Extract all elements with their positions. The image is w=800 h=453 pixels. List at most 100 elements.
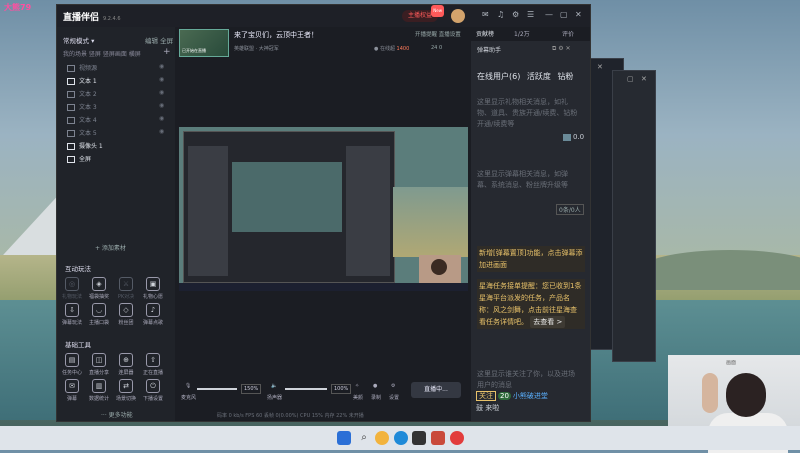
scene-tabs[interactable]: 我的场景 竖屏 竖屏画面 横屏 + — [63, 47, 171, 58]
desktop-hills — [640, 250, 800, 290]
tool-task-center[interactable]: ▤ 任务中心 — [61, 353, 83, 376]
tab-contribution[interactable]: 贡献榜 — [476, 29, 494, 38]
source-item[interactable]: 文本 4 ◉ — [67, 115, 164, 126]
tab-activity[interactable]: 活跃度 — [527, 72, 551, 81]
close-icon[interactable]: ✕ — [575, 10, 582, 19]
settings-icon[interactable]: ⚙ — [391, 383, 395, 389]
camera-icon — [67, 143, 75, 150]
preview-landscape — [393, 187, 468, 257]
source-item[interactable]: 文本 1 ◉ — [67, 76, 164, 87]
tool-host-pocket[interactable]: ◡ 主播口袋 — [88, 303, 110, 326]
live-toolbar-right[interactable]: 开播提醒 直播设置 — [415, 30, 461, 38]
popout-icon[interactable]: ⧉ — [552, 45, 556, 52]
fullscreen-button[interactable]: 全屏 — [160, 37, 173, 45]
tool-link-screen[interactable]: ⊕ 连屏器 — [115, 353, 137, 376]
tab-diamond-fans[interactable]: 钻粉 — [557, 72, 573, 81]
danmaku-assistant-panel: 弹幕助手 ⧉ ⚙ ✕ 在线用户(6) 活跃度 钻粉 这里显示礼物相关消息，如礼物… — [471, 41, 590, 421]
eye-icon[interactable]: ◉ — [159, 76, 164, 83]
new-message-badge[interactable]: 0条/0人 — [556, 204, 584, 215]
tab-online-users[interactable]: 在线用户(6) — [477, 72, 520, 81]
source-item[interactable]: 文本 5 ◉ — [67, 128, 164, 139]
gift-hint: 这里显示礼物相关消息，如礼物、道具、贵族开通/续费、钻粉开通/续费等 — [477, 98, 578, 128]
add-scene-icon[interactable]: + — [163, 47, 171, 57]
follow-hint: 这里显示谁关注了你，以及进场用户的消息 — [477, 370, 575, 389]
tool-danmaku[interactable]: ✉ 弹幕 — [61, 379, 83, 402]
basic-section-title: 基础工具 — [65, 341, 91, 349]
tool-share[interactable]: ◫ 直播分享 — [88, 353, 110, 376]
speaker-icon[interactable]: 🔈 — [271, 383, 277, 389]
background-window-2[interactable]: ▢ ✕ — [612, 70, 656, 362]
song-icon: ♪ — [146, 303, 160, 317]
speaker-slider[interactable] — [285, 388, 327, 390]
avatar[interactable] — [451, 9, 465, 23]
right-top-tabs: 贡献榜 1/2万 评价 — [472, 27, 590, 41]
close-icon[interactable]: ✕ — [566, 45, 571, 52]
cover-thumbnail[interactable]: 已开始在直播 — [179, 29, 229, 57]
edit-button[interactable]: 编辑 — [145, 37, 158, 45]
edge-icon[interactable] — [394, 431, 408, 445]
tab-review[interactable]: 评价 — [562, 29, 574, 38]
settings-icon[interactable]: ⚙ — [512, 10, 519, 19]
add-material-button[interactable]: + 添加素材 — [95, 243, 126, 252]
pin-feature-notice[interactable]: 新增[弹幕置顶]功能，点击弹幕添加进画面 — [477, 246, 585, 272]
source-item[interactable]: 文本 2 ◉ — [67, 89, 164, 100]
tool-pk[interactable]: ⚔ PK对决 — [115, 277, 137, 300]
follow-tag: 关注 — [476, 391, 496, 401]
beauty-icon[interactable]: ✧ — [355, 383, 359, 389]
settings-icon[interactable]: ⚙ — [558, 45, 563, 52]
mic-icon[interactable]: 🎙 — [185, 383, 191, 389]
source-item[interactable]: 文本 3 ◉ — [67, 102, 164, 113]
source-item[interactable]: 全屏 — [67, 154, 91, 165]
mic-label: 麦克风 — [181, 395, 197, 401]
mail-icon[interactable]: ✉ — [482, 10, 489, 19]
source-item[interactable]: 摄像头 1 — [67, 141, 103, 152]
menu-icon[interactable]: ☰ — [527, 10, 534, 19]
live-companion-icon[interactable] — [431, 431, 445, 445]
maximize-icon[interactable]: ▢ — [560, 10, 568, 19]
beauty-label: 美颜 — [353, 395, 364, 401]
tool-live-now[interactable]: ⇧ 正在直播 — [142, 353, 164, 376]
chrome-icon[interactable] — [375, 431, 389, 445]
tool-gift-wish[interactable]: ▣ 礼物心愿 — [142, 277, 164, 300]
source-item[interactable]: 视频源 ◉ — [67, 63, 164, 74]
tool-song-request[interactable]: ♪ 弹幕点歌 — [142, 303, 164, 326]
tool-stats[interactable]: ▥ 数据统计 — [88, 379, 110, 402]
tool-end-settings[interactable]: ⏻ 下播设置 — [142, 379, 164, 402]
room-title[interactable]: 来了宝贝们，云顶中王者！ — [234, 30, 318, 40]
tab-count[interactable]: 1/2万 — [514, 29, 530, 38]
eye-icon[interactable]: ◉ — [159, 89, 164, 96]
text-icon — [67, 91, 75, 98]
upload-icon: ⇧ — [146, 353, 160, 367]
close-icon[interactable]: ✕ — [597, 63, 603, 71]
tool-danmaku-play[interactable]: ⇩ 弹幕玩法 — [61, 303, 83, 326]
eye-icon[interactable]: ◉ — [159, 63, 164, 70]
live-status-button[interactable]: 直播中... — [411, 382, 461, 398]
stream-preview[interactable] — [179, 127, 468, 291]
minimize-icon[interactable]: — — [545, 10, 553, 19]
tool-gift-play[interactable]: ◎ 礼物玩法 — [61, 277, 83, 300]
host-benefits-button[interactable]: 主播权益 New — [402, 5, 445, 22]
left-panel: 常规模式 ▾ 编辑 全屏 我的场景 竖屏 竖屏画面 横屏 + 视频源 ◉ 文本 1… — [57, 27, 175, 421]
eye-icon[interactable]: ◉ — [159, 115, 164, 122]
follower-name[interactable]: 小熊破进堂 — [513, 392, 548, 400]
restore-icon[interactable]: ▢ — [627, 75, 634, 83]
eye-icon[interactable]: ◉ — [159, 128, 164, 135]
tool-scene-switch[interactable]: ⇄ 场景切换 — [115, 379, 137, 402]
text-icon — [67, 130, 75, 137]
app-icon[interactable] — [412, 431, 426, 445]
scene-mode-select[interactable]: 常规模式 — [63, 37, 89, 45]
tool-lucky-bag[interactable]: ◈ 福袋抽奖 — [88, 277, 110, 300]
eye-icon[interactable]: ◉ — [159, 102, 164, 109]
view-button[interactable]: 去查看 > — [530, 316, 566, 328]
search-icon[interactable]: ⌕ — [357, 431, 371, 445]
task-notice: 星海任务接单提醒：您已收到1条星海平台派发的任务，产品名称：风之剑舞，点击前往星… — [477, 279, 585, 329]
more-functions-button[interactable]: ··· 更多功能 — [101, 410, 133, 419]
switch-icon: ⇄ — [119, 379, 133, 393]
start-icon[interactable] — [337, 431, 351, 445]
mic-slider[interactable] — [197, 388, 237, 390]
netease-music-icon[interactable] — [450, 431, 464, 445]
tool-fan-group[interactable]: ◇ 粉丝团 — [115, 303, 137, 326]
record-icon[interactable]: ● — [373, 383, 377, 389]
headset-icon[interactable]: ♫ — [497, 10, 504, 19]
close-icon[interactable]: ✕ — [641, 75, 647, 83]
